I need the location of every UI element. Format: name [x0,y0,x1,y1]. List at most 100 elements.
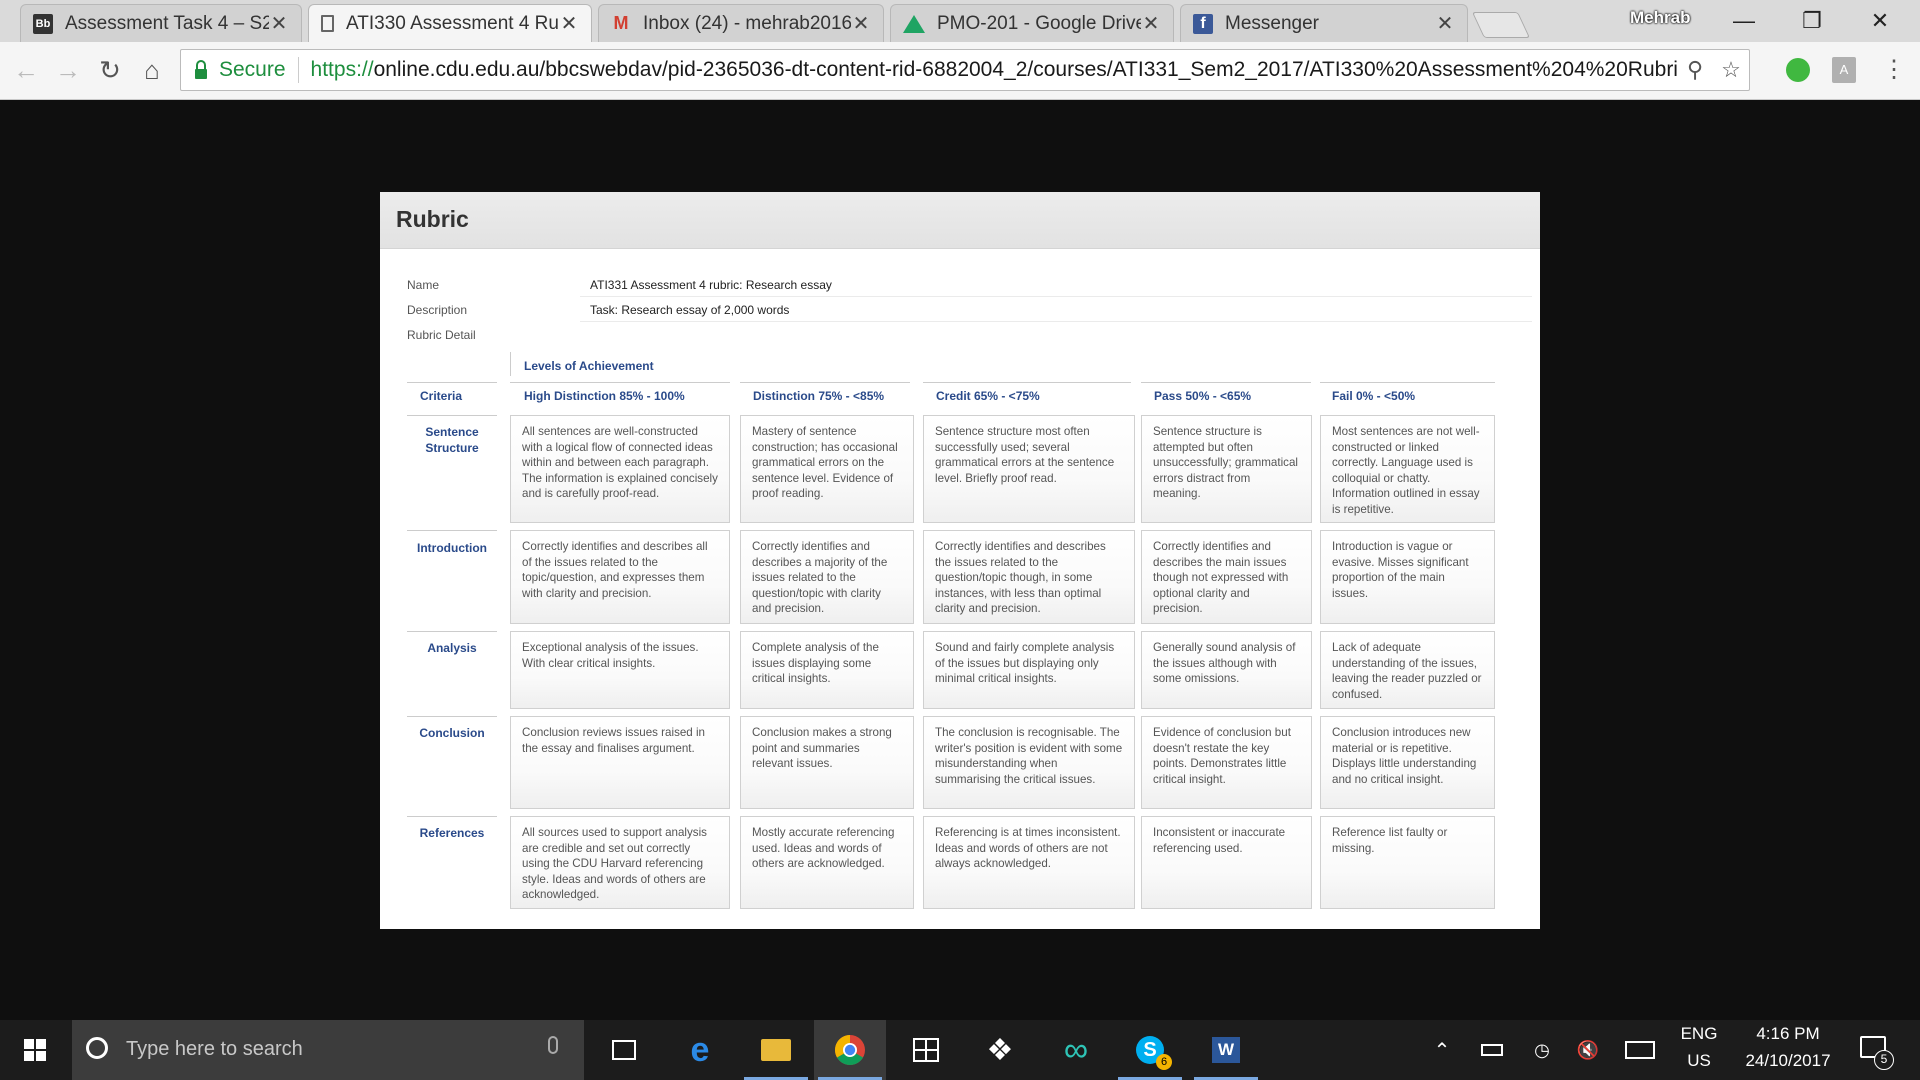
rubric-cell[interactable]: Reference list faulty or missing. [1320,816,1495,909]
security-label[interactable]: Secure [219,58,286,82]
rubric-cell[interactable]: Referencing is at times inconsistent. Id… [923,816,1135,909]
rubric-cell[interactable]: Correctly identifies and describes the i… [923,530,1135,624]
battery-icon[interactable] [1474,1020,1510,1080]
pdf-extension-icon[interactable]: A [1832,57,1856,83]
browser-toolbar: ← → ↻ ⌂ Secure https://online.cdu.edu.au… [0,42,1920,100]
new-tab-button[interactable] [1471,12,1531,38]
store-icon[interactable] [890,1020,962,1080]
wifi-icon[interactable]: ◷ [1524,1020,1560,1080]
back-icon[interactable]: ← [8,52,44,88]
rubric-cell[interactable]: Complete analysis of the issues displayi… [740,631,914,709]
tab-messenger[interactable]: f Messenger ✕ [1180,4,1468,42]
rubric-cell[interactable]: Conclusion makes a strong point and summ… [740,716,914,809]
google-drive-icon [903,14,925,33]
rubric-cell[interactable]: Mostly accurate referencing used. Ideas … [740,816,914,909]
rubric-cell[interactable]: Exceptional analysis of the issues. With… [510,631,730,709]
rubric-cell[interactable]: Conclusion introduces new material or is… [1320,716,1495,809]
address-bar[interactable]: Secure https://online.cdu.edu.au/bbcsweb… [180,49,1750,91]
page-title: Rubric [396,206,469,232]
description-label: Description [407,303,468,317]
tab-title: ATI330 Assessment 4 Rub [346,12,559,34]
rubric-header: Rubric [380,192,1540,249]
rubric-cell[interactable]: Mastery of sentence construction; has oc… [740,415,914,523]
close-window-icon[interactable]: ✕ [1852,4,1908,38]
rubric-cell[interactable]: Correctly identifies and describes the m… [1141,530,1312,624]
tab-title: Assessment Task 4 – S217 [65,12,269,34]
rubric-cell[interactable]: Sentence structure is attempted but ofte… [1141,415,1312,523]
divider [740,382,910,383]
skype-icon[interactable]: S 6 [1114,1020,1186,1080]
divider [407,716,497,717]
criterion-introduction: Introduction [417,541,487,555]
language-indicator[interactable]: ENG US [1674,1020,1724,1080]
level-header-distinction: Distinction 75% - <85% [753,389,885,403]
divider [1141,382,1311,383]
divider [580,321,1532,322]
home-icon[interactable]: ⌂ [134,52,170,88]
tab-assessment-task[interactable]: Bb Assessment Task 4 – S217 ✕ [20,4,302,42]
close-tab-icon[interactable]: ✕ [851,11,871,36]
rubric-cell[interactable]: The conclusion is recognisable. The writ… [923,716,1135,809]
minimize-icon[interactable]: — [1716,4,1772,38]
close-tab-icon[interactable]: ✕ [1435,11,1455,36]
divider [407,631,497,632]
extension-green-icon[interactable] [1786,58,1810,82]
name-value: ATI331 Assessment 4 rubric: Research ess… [590,278,832,292]
menu-icon[interactable]: ⋮ [1878,54,1910,86]
notification-count-badge: 5 [1874,1050,1894,1070]
rubric-cell[interactable]: All sentences are well-constructed with … [510,415,730,523]
rubric-cell[interactable]: Lack of adequate understanding of the is… [1320,631,1495,709]
rubric-cell[interactable]: Generally sound analysis of the issues a… [1141,631,1312,709]
show-hidden-icons-icon[interactable]: ⌃ [1424,1020,1460,1080]
divider [510,382,730,383]
microphone-icon[interactable] [548,1036,558,1054]
word-icon[interactable]: W [1190,1020,1262,1080]
profile-name[interactable]: Mehrab [1630,8,1690,28]
rubric-cell[interactable]: Most sentences are not well-constructed … [1320,415,1495,523]
close-tab-icon[interactable]: ✕ [269,11,289,36]
bookmark-star-icon[interactable]: ☆ [1713,57,1749,83]
task-view-icon[interactable] [588,1020,660,1080]
tab-gmail[interactable]: M Inbox (24) - mehrab2016 ✕ [598,4,884,42]
chrome-icon[interactable] [814,1020,886,1080]
close-tab-icon[interactable]: ✕ [1141,11,1161,36]
rubric-cell[interactable]: Sentence structure most often successful… [923,415,1135,523]
blackboard-icon: Bb [33,13,53,34]
facebook-icon: f [1193,13,1213,34]
close-tab-icon[interactable]: ✕ [559,11,579,36]
restore-icon[interactable]: ❐ [1784,4,1840,38]
start-button[interactable] [0,1020,70,1080]
cortana-icon [86,1037,108,1059]
divider [1320,382,1495,383]
infinity-app-icon[interactable]: ∞ [1040,1020,1112,1080]
level-header-credit: Credit 65% - <75% [936,389,1040,403]
rubric-cell[interactable]: All sources used to support analysis are… [510,816,730,909]
rubric-cell[interactable]: Inconsistent or inaccurate referencing u… [1141,816,1312,909]
tab-title: PMO-201 - Google Drive [937,12,1141,34]
volume-muted-icon[interactable]: 🔇 [1570,1020,1606,1080]
rubric-cell[interactable]: Correctly identifies and describes a maj… [740,530,914,624]
description-value: Task: Research essay of 2,000 words [590,303,790,317]
url-text[interactable]: https://online.cdu.edu.au/bbcswebdav/pid… [311,58,1677,82]
taskbar-search-box[interactable]: Type here to search [72,1020,584,1080]
rubric-cell[interactable]: Conclusion reviews issues raised in the … [510,716,730,809]
system-clock[interactable]: 4:16 PM 24/10/2017 [1736,1020,1840,1080]
file-explorer-icon[interactable] [740,1020,812,1080]
rubric-cell[interactable]: Sound and fairly complete analysis of th… [923,631,1135,709]
windows-logo-icon [24,1039,46,1061]
rubric-cell[interactable]: Evidence of conclusion but doesn't resta… [1141,716,1312,809]
divider [297,57,299,83]
dropbox-icon[interactable]: ❖ [964,1020,1036,1080]
level-header-fail: Fail 0% - <50% [1332,389,1416,403]
keyboard-icon[interactable] [1620,1020,1660,1080]
reload-icon[interactable]: ↻ [92,52,128,88]
tab-google-drive[interactable]: PMO-201 - Google Drive ✕ [890,4,1174,42]
rubric-cell[interactable]: Correctly identifies and describes all o… [510,530,730,624]
rubric-cell[interactable]: Introduction is vague or evasive. Misses… [1320,530,1495,624]
tab-rubric[interactable]: ATI330 Assessment 4 Rub ✕ [308,4,592,42]
edge-icon[interactable]: e [664,1020,736,1080]
forward-icon[interactable]: → [50,52,86,88]
url-path: online.cdu.edu.au/bbcswebdav/pid-2365036… [373,58,1677,81]
zoom-icon[interactable]: ⚲ [1677,57,1713,83]
criterion-references: References [419,826,485,840]
